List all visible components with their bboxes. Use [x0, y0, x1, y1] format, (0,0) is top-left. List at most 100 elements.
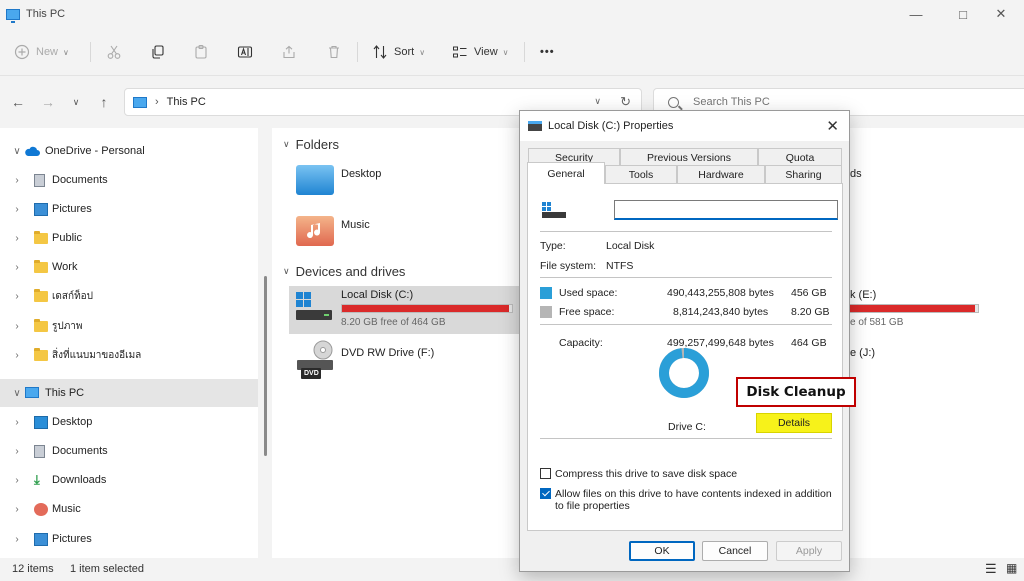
- expanded-chevron-icon[interactable]: ∨: [12, 146, 22, 157]
- chevron-right-icon[interactable]: ›: [12, 321, 22, 332]
- chevron-right-icon[interactable]: ›: [12, 262, 22, 273]
- drive-e-name-partial[interactable]: k (E:): [850, 289, 876, 301]
- drive-j-name-partial[interactable]: e (J:): [850, 347, 875, 359]
- tab-tools[interactable]: Tools: [605, 165, 677, 183]
- folder-music[interactable]: Music: [341, 219, 370, 231]
- back-arrow-icon[interactable]: ←: [8, 93, 28, 111]
- drive-f-name[interactable]: DVD RW Drive (F:): [341, 347, 434, 359]
- tiles-view-icon[interactable]: ▦: [1006, 561, 1017, 575]
- sidebar-item-desktop[interactable]: › Desktop: [0, 408, 258, 436]
- details-view-icon[interactable]: ☰: [985, 561, 997, 577]
- this-pc-icon: [6, 8, 20, 23]
- used-space-label: Used space:: [559, 287, 618, 299]
- sidebar-item-onedrive-documents[interactable]: › Documents: [0, 166, 258, 194]
- scissors-icon: [106, 44, 122, 60]
- folder-icon: [34, 289, 48, 302]
- sidebar-item-onedrive-pictures[interactable]: › Pictures: [0, 195, 258, 223]
- used-space-bytes: 490,443,255,808 bytes: [667, 287, 774, 299]
- chevron-right-icon[interactable]: ›: [12, 475, 22, 486]
- sidebar-item-label: Documents: [52, 174, 108, 186]
- folder-desktop[interactable]: Desktop: [341, 168, 381, 180]
- dialog-close-icon[interactable]: ✕: [826, 117, 839, 135]
- paste-button[interactable]: [193, 40, 215, 64]
- tab-general[interactable]: General: [527, 162, 605, 184]
- drives-section-header[interactable]: ∨ Devices and drives: [283, 264, 405, 279]
- up-arrow-icon[interactable]: ↑: [94, 93, 114, 111]
- sidebar-item-thai-pictures[interactable]: › รูปภาพ: [0, 312, 258, 340]
- volume-label-input[interactable]: [614, 200, 838, 220]
- tab-quota[interactable]: Quota: [758, 148, 842, 166]
- chevron-right-icon[interactable]: ›: [12, 350, 22, 361]
- close-button[interactable]: ✕: [978, 0, 1024, 28]
- dvd-drive-icon[interactable]: DVD: [297, 340, 333, 380]
- tab-previous-versions[interactable]: Previous Versions: [620, 148, 758, 166]
- chevron-right-icon[interactable]: ›: [12, 534, 22, 545]
- toolbar-divider: [524, 42, 525, 62]
- sidebar-item-public[interactable]: › Public: [0, 224, 258, 252]
- sidebar-item-music[interactable]: › Music: [0, 495, 258, 523]
- compress-checkbox[interactable]: [540, 468, 551, 479]
- chevron-right-icon[interactable]: ›: [12, 175, 22, 186]
- cancel-button[interactable]: Cancel: [702, 541, 768, 561]
- search-input[interactable]: [693, 96, 993, 108]
- folder-downloads-partial[interactable]: ds: [850, 168, 862, 180]
- sidebar-item-pictures[interactable]: › Pictures: [0, 525, 258, 553]
- sort-button[interactable]: Sort ∨: [372, 40, 425, 64]
- view-button[interactable]: View ∨: [452, 40, 509, 64]
- chevron-right-icon[interactable]: ›: [12, 446, 22, 457]
- minimize-button[interactable]: —: [893, 0, 939, 28]
- download-arrow-icon: ⤓: [34, 472, 40, 487]
- disk-cleanup-button[interactable]: Disk Cleanup: [736, 377, 856, 407]
- chevron-right-icon[interactable]: ›: [12, 233, 22, 244]
- new-button[interactable]: New ∨: [14, 40, 69, 64]
- folders-section-header[interactable]: ∨ Folders: [283, 137, 339, 152]
- sidebar-item-onedrive[interactable]: ∨ OneDrive - Personal: [0, 137, 258, 165]
- tab-hardware[interactable]: Hardware: [677, 165, 765, 183]
- chevron-right-icon[interactable]: ›: [12, 204, 22, 215]
- recent-locations-chevron-icon[interactable]: ∨: [66, 93, 86, 111]
- rename-button[interactable]: [237, 40, 259, 64]
- type-value: Local Disk: [606, 240, 655, 252]
- share-button[interactable]: [281, 40, 303, 64]
- chevron-right-icon[interactable]: ›: [12, 417, 22, 428]
- documents-icon: [34, 445, 45, 458]
- copy-button[interactable]: [150, 40, 172, 64]
- scrollbar-thumb[interactable]: [264, 276, 267, 456]
- music-folder-icon[interactable]: [296, 216, 334, 246]
- sort-icon: [372, 44, 388, 60]
- compress-label: Compress this drive to save disk space: [555, 468, 738, 480]
- file-system-value: NTFS: [606, 260, 634, 272]
- navigation-scrollbar[interactable]: [260, 128, 272, 558]
- new-label: New: [36, 46, 59, 58]
- sidebar-item-work[interactable]: › Work: [0, 253, 258, 281]
- sidebar-item-this-pc[interactable]: ∨ This PC: [0, 379, 258, 407]
- tab-sharing[interactable]: Sharing: [765, 165, 842, 183]
- index-checkbox[interactable]: [540, 488, 551, 499]
- expanded-chevron-icon[interactable]: ∨: [12, 388, 22, 399]
- sidebar-item-thai-attachments[interactable]: › สิ่งที่แนบมาของอีเมล: [0, 341, 258, 369]
- address-row: ← → ∨ ↑ › This PC ∨ ↻: [0, 77, 1024, 127]
- apply-button[interactable]: Apply: [776, 541, 842, 561]
- chevron-down-icon: ∨: [502, 47, 509, 57]
- chevron-right-icon[interactable]: ›: [12, 291, 22, 302]
- delete-button[interactable]: [326, 40, 348, 64]
- sidebar-item-documents[interactable]: › Documents: [0, 437, 258, 465]
- desktop-folder-icon[interactable]: [296, 165, 334, 195]
- forward-arrow-icon[interactable]: →: [38, 93, 58, 111]
- more-options-button[interactable]: •••: [540, 40, 555, 64]
- refresh-icon[interactable]: ↻: [620, 94, 631, 110]
- breadcrumb-this-pc[interactable]: This PC: [167, 96, 206, 108]
- chevron-right-icon[interactable]: ›: [12, 504, 22, 515]
- folder-icon: [34, 260, 48, 273]
- details-button[interactable]: Details: [756, 413, 832, 433]
- disk-usage-donut: [659, 348, 709, 398]
- properties-dialog: Local Disk (C:) Properties ✕ Security Pr…: [519, 110, 856, 572]
- address-dropdown-icon[interactable]: ∨: [594, 96, 601, 107]
- view-label: View: [474, 46, 498, 58]
- sidebar-item-downloads[interactable]: › ⤓ Downloads: [0, 466, 258, 494]
- music-icon: [34, 503, 48, 516]
- sidebar-item-thai-desktop[interactable]: › เดสก์ท็อป: [0, 282, 258, 310]
- sort-label: Sort: [394, 46, 415, 58]
- cut-button[interactable]: [106, 40, 128, 64]
- ok-button[interactable]: OK: [629, 541, 695, 561]
